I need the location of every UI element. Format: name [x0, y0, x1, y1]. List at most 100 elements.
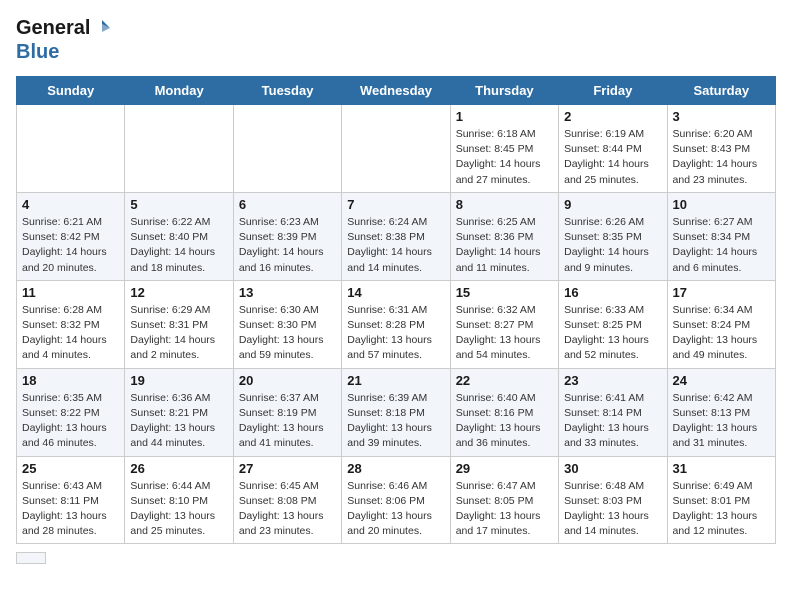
day-info: Sunrise: 6:25 AM Sunset: 8:36 PM Dayligh…	[456, 215, 553, 276]
table-row: 23 Sunrise: 6:41 AM Sunset: 8:14 PM Dayli…	[559, 368, 667, 456]
table-row: 18 Sunrise: 6:35 AM Sunset: 8:22 PM Dayli…	[17, 368, 125, 456]
calendar-week-2: 4 Sunrise: 6:21 AM Sunset: 8:42 PM Daylig…	[17, 192, 776, 280]
day-info: Sunrise: 6:46 AM Sunset: 8:06 PM Dayligh…	[347, 479, 444, 540]
table-row: 4 Sunrise: 6:21 AM Sunset: 8:42 PM Daylig…	[17, 192, 125, 280]
day-info: Sunrise: 6:41 AM Sunset: 8:14 PM Dayligh…	[564, 391, 661, 452]
table-row: 10Sunrise: 6:27 AM Sunset: 8:34 PM Dayli…	[667, 192, 775, 280]
day-info: Sunrise: 6:21 AM Sunset: 8:42 PM Dayligh…	[22, 215, 119, 276]
table-row: 9 Sunrise: 6:26 AM Sunset: 8:35 PM Daylig…	[559, 192, 667, 280]
page-header: General Blue	[16, 16, 776, 64]
day-info: Sunrise: 6:40 AM Sunset: 8:16 PM Dayligh…	[456, 391, 553, 452]
day-info: Sunrise: 6:22 AM Sunset: 8:40 PM Dayligh…	[130, 215, 227, 276]
day-number: 12	[130, 285, 227, 300]
table-row: 8 Sunrise: 6:25 AM Sunset: 8:36 PM Daylig…	[450, 192, 558, 280]
calendar-header-row: SundayMondayTuesdayWednesdayThursdayFrid…	[17, 77, 776, 105]
table-row: 7Sunrise: 6:24 AM Sunset: 8:38 PM Daylig…	[342, 192, 450, 280]
day-number: 17	[673, 285, 770, 300]
day-number: 9	[564, 197, 661, 212]
table-row: 20 Sunrise: 6:37 AM Sunset: 8:19 PM Dayli…	[233, 368, 341, 456]
day-number: 28	[347, 461, 444, 476]
table-row: 24 Sunrise: 6:42 AM Sunset: 8:13 PM Dayli…	[667, 368, 775, 456]
table-row: 25 Sunrise: 6:43 AM Sunset: 8:11 PM Dayli…	[17, 456, 125, 544]
day-number: 5	[130, 197, 227, 212]
day-number: 16	[564, 285, 661, 300]
table-row: 19 Sunrise: 6:36 AM Sunset: 8:21 PM Dayli…	[125, 368, 233, 456]
table-row: 26 Sunrise: 6:44 AM Sunset: 8:10 PM Dayli…	[125, 456, 233, 544]
day-info: Sunrise: 6:27 AM Sunset: 8:34 PM Dayligh…	[673, 215, 770, 276]
table-row: 3Sunrise: 6:20 AM Sunset: 8:43 PM Daylig…	[667, 105, 775, 193]
table-row	[342, 105, 450, 193]
day-info: Sunrise: 6:49 AM Sunset: 8:01 PM Dayligh…	[673, 479, 770, 540]
logo-blue: Blue	[16, 40, 59, 64]
day-number: 25	[22, 461, 119, 476]
day-info: Sunrise: 6:24 AM Sunset: 8:38 PM Dayligh…	[347, 215, 444, 276]
header-saturday: Saturday	[667, 77, 775, 105]
logo-general: General	[16, 16, 90, 40]
table-row: 15Sunrise: 6:32 AM Sunset: 8:27 PM Dayli…	[450, 280, 558, 368]
day-info: Sunrise: 6:43 AM Sunset: 8:11 PM Dayligh…	[22, 479, 119, 540]
day-number: 20	[239, 373, 336, 388]
day-number: 30	[564, 461, 661, 476]
day-number: 19	[130, 373, 227, 388]
day-info: Sunrise: 6:20 AM Sunset: 8:43 PM Dayligh…	[673, 127, 770, 188]
header-wednesday: Wednesday	[342, 77, 450, 105]
header-monday: Monday	[125, 77, 233, 105]
table-row: 5 Sunrise: 6:22 AM Sunset: 8:40 PM Daylig…	[125, 192, 233, 280]
day-number: 6	[239, 197, 336, 212]
day-info: Sunrise: 6:44 AM Sunset: 8:10 PM Dayligh…	[130, 479, 227, 540]
day-info: Sunrise: 6:19 AM Sunset: 8:44 PM Dayligh…	[564, 127, 661, 188]
day-number: 31	[673, 461, 770, 476]
day-info: Sunrise: 6:39 AM Sunset: 8:18 PM Dayligh…	[347, 391, 444, 452]
table-row: 16Sunrise: 6:33 AM Sunset: 8:25 PM Dayli…	[559, 280, 667, 368]
table-row: 30 Sunrise: 6:48 AM Sunset: 8:03 PM Dayli…	[559, 456, 667, 544]
table-row: 29Sunrise: 6:47 AM Sunset: 8:05 PM Dayli…	[450, 456, 558, 544]
day-number: 8	[456, 197, 553, 212]
table-row: 31 Sunrise: 6:49 AM Sunset: 8:01 PM Dayli…	[667, 456, 775, 544]
footer-box-icon	[16, 552, 46, 564]
day-number: 4	[22, 197, 119, 212]
day-number: 15	[456, 285, 553, 300]
day-number: 27	[239, 461, 336, 476]
day-info: Sunrise: 6:34 AM Sunset: 8:24 PM Dayligh…	[673, 303, 770, 364]
table-row: 1Sunrise: 6:18 AM Sunset: 8:45 PM Daylig…	[450, 105, 558, 193]
table-row: 6 Sunrise: 6:23 AM Sunset: 8:39 PM Daylig…	[233, 192, 341, 280]
logo: General Blue	[16, 16, 112, 64]
day-info: Sunrise: 6:29 AM Sunset: 8:31 PM Dayligh…	[130, 303, 227, 364]
day-number: 29	[456, 461, 553, 476]
day-info: Sunrise: 6:45 AM Sunset: 8:08 PM Dayligh…	[239, 479, 336, 540]
calendar-week-4: 18 Sunrise: 6:35 AM Sunset: 8:22 PM Dayli…	[17, 368, 776, 456]
day-number: 21	[347, 373, 444, 388]
day-number: 18	[22, 373, 119, 388]
table-row: 22 Sunrise: 6:40 AM Sunset: 8:16 PM Dayli…	[450, 368, 558, 456]
day-number: 2	[564, 109, 661, 124]
calendar-week-1: 1Sunrise: 6:18 AM Sunset: 8:45 PM Daylig…	[17, 105, 776, 193]
day-number: 11	[22, 285, 119, 300]
day-info: Sunrise: 6:23 AM Sunset: 8:39 PM Dayligh…	[239, 215, 336, 276]
day-info: Sunrise: 6:48 AM Sunset: 8:03 PM Dayligh…	[564, 479, 661, 540]
table-row: 11 Sunrise: 6:28 AM Sunset: 8:32 PM Dayli…	[17, 280, 125, 368]
day-info: Sunrise: 6:37 AM Sunset: 8:19 PM Dayligh…	[239, 391, 336, 452]
day-info: Sunrise: 6:35 AM Sunset: 8:22 PM Dayligh…	[22, 391, 119, 452]
logo-bird-icon	[92, 18, 112, 38]
table-row: 12 Sunrise: 6:29 AM Sunset: 8:31 PM Dayli…	[125, 280, 233, 368]
day-info: Sunrise: 6:42 AM Sunset: 8:13 PM Dayligh…	[673, 391, 770, 452]
day-info: Sunrise: 6:36 AM Sunset: 8:21 PM Dayligh…	[130, 391, 227, 452]
day-number: 23	[564, 373, 661, 388]
table-row: 14 Sunrise: 6:31 AM Sunset: 8:28 PM Dayli…	[342, 280, 450, 368]
day-number: 24	[673, 373, 770, 388]
day-number: 1	[456, 109, 553, 124]
day-info: Sunrise: 6:28 AM Sunset: 8:32 PM Dayligh…	[22, 303, 119, 364]
day-number: 22	[456, 373, 553, 388]
table-row: 27 Sunrise: 6:45 AM Sunset: 8:08 PM Dayli…	[233, 456, 341, 544]
day-number: 14	[347, 285, 444, 300]
header-tuesday: Tuesday	[233, 77, 341, 105]
day-info: Sunrise: 6:30 AM Sunset: 8:30 PM Dayligh…	[239, 303, 336, 364]
day-info: Sunrise: 6:26 AM Sunset: 8:35 PM Dayligh…	[564, 215, 661, 276]
table-row: 13Sunrise: 6:30 AM Sunset: 8:30 PM Dayli…	[233, 280, 341, 368]
table-row: 17 Sunrise: 6:34 AM Sunset: 8:24 PM Dayli…	[667, 280, 775, 368]
day-info: Sunrise: 6:31 AM Sunset: 8:28 PM Dayligh…	[347, 303, 444, 364]
calendar-week-5: 25 Sunrise: 6:43 AM Sunset: 8:11 PM Dayli…	[17, 456, 776, 544]
table-row	[17, 105, 125, 193]
table-row: 2 Sunrise: 6:19 AM Sunset: 8:44 PM Daylig…	[559, 105, 667, 193]
day-number: 26	[130, 461, 227, 476]
